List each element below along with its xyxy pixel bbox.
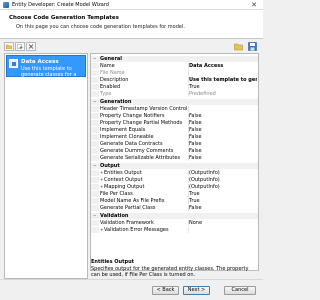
- template-description: Use this template to generate classes fo…: [21, 66, 77, 78]
- property-row[interactable]: Generate Partial Class False: [91, 205, 258, 211]
- category-validation[interactable]: − Validation: [91, 213, 258, 219]
- category-generation[interactable]: − Generation: [91, 99, 258, 105]
- collapse-icon[interactable]: −: [93, 214, 97, 218]
- page-title: Choose Code Generation Templates: [9, 15, 119, 21]
- back-button[interactable]: < Back: [152, 286, 179, 295]
- app-icon: [3, 2, 9, 8]
- property-row[interactable]: Implement Cloneable False: [91, 134, 258, 140]
- expand-icon[interactable]: +: [100, 185, 103, 189]
- expand-icon[interactable]: +: [100, 228, 103, 232]
- folder-icon[interactable]: [234, 42, 243, 51]
- collapse-icon[interactable]: −: [93, 100, 97, 104]
- property-row[interactable]: Generate Serializable Attributes False: [91, 155, 258, 161]
- add-template-icon[interactable]: [15, 42, 25, 51]
- collapse-icon[interactable]: −: [93, 164, 97, 168]
- property-row[interactable]: + Validation Error Messages: [91, 227, 258, 233]
- property-grid: − General Name Data Access File Name Desc…: [90, 53, 259, 271]
- template-toolbar: [4, 42, 260, 52]
- window-titlebar: Entity Developer: Create Model Wizard ✕: [0, 0, 263, 10]
- expand-icon[interactable]: +: [100, 171, 103, 175]
- description-text: Specifies output for the generated entit…: [91, 266, 249, 278]
- property-row[interactable]: Implement Equals False: [91, 127, 258, 133]
- category-output[interactable]: − Output: [91, 163, 258, 169]
- category-general[interactable]: − General: [91, 56, 258, 62]
- property-row[interactable]: + Mapping Output (OutputInfo): [91, 184, 258, 190]
- expand-icon[interactable]: +: [100, 178, 103, 182]
- next-button[interactable]: Next >: [183, 286, 210, 295]
- property-row[interactable]: Header Timestamp Version Control Tag: [91, 106, 258, 112]
- template-name: Data Access: [21, 59, 59, 65]
- property-row[interactable]: Generate Dummy Comments False: [91, 148, 258, 154]
- property-row[interactable]: Validation Framework None: [91, 220, 258, 226]
- property-row[interactable]: Generate Data Contracts False: [91, 141, 258, 147]
- collapse-icon[interactable]: −: [93, 57, 97, 61]
- template-icon: [9, 59, 18, 68]
- property-row[interactable]: + Context Output (OutputInfo): [91, 177, 258, 183]
- property-row[interactable]: DescriptionUse this template to generat: [91, 77, 258, 83]
- property-row[interactable]: Type Predefined: [91, 91, 258, 97]
- open-folder-icon[interactable]: [4, 42, 14, 51]
- window-title: Entity Developer: Create Model Wizard: [12, 2, 109, 8]
- property-row[interactable]: Model Name As File Prefix True: [91, 198, 258, 204]
- save-icon[interactable]: [248, 42, 257, 51]
- property-row[interactable]: File Name: [91, 70, 258, 76]
- property-row[interactable]: File Per Class True: [91, 191, 258, 197]
- cancel-button[interactable]: Cancel: [224, 286, 256, 295]
- description-title: Entities Output: [91, 259, 135, 265]
- close-button[interactable]: ✕: [247, 1, 261, 9]
- delete-icon[interactable]: [26, 42, 36, 51]
- template-item-data-access[interactable]: Data Access Use this template to generat…: [6, 55, 86, 78]
- template-list: Data Access Use this template to generat…: [4, 53, 88, 279]
- wizard-header: Choose Code Generation Templates On this…: [0, 10, 263, 39]
- property-row[interactable]: Property Change Partial Methods False: [91, 120, 258, 126]
- property-row[interactable]: + Entities Output (OutputInfo): [91, 170, 258, 176]
- property-row[interactable]: Property Change Notifiers False: [91, 113, 258, 119]
- property-row[interactable]: Enabled True: [91, 84, 258, 90]
- property-row[interactable]: Name Data Access: [91, 63, 258, 69]
- page-description: On this page you can choose code generat…: [16, 24, 185, 30]
